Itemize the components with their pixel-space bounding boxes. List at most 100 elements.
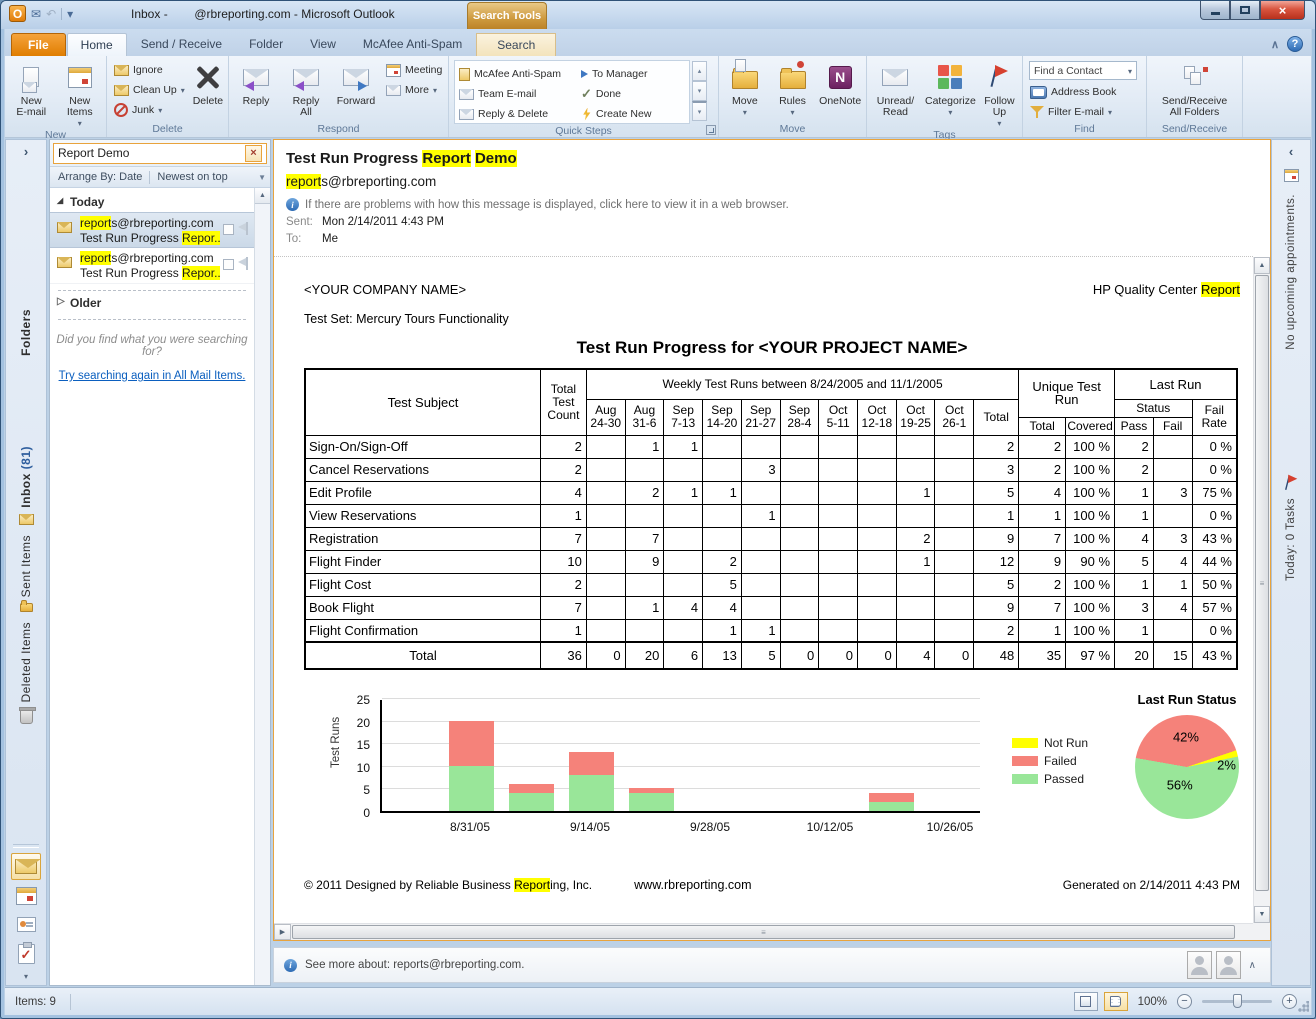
mail-module-button[interactable] (11, 853, 41, 880)
expand-folders-icon[interactable]: › (24, 144, 28, 159)
scroll-up-icon[interactable]: ▲ (1254, 257, 1270, 274)
quick-step-mcafee[interactable]: McAfee Anti-Spam (459, 64, 581, 84)
group-header-older[interactable]: ▷ Older (50, 291, 254, 313)
sort-order-control[interactable]: Newest on top (157, 171, 227, 183)
category-box-icon[interactable] (223, 259, 234, 270)
tab-view[interactable]: View (297, 33, 349, 56)
quick-steps-scroll-down[interactable]: ▾ (692, 81, 707, 101)
quick-steps-dialog-launcher-icon[interactable] (706, 125, 716, 135)
zoom-out-button[interactable]: − (1177, 994, 1192, 1009)
scroll-down-icon[interactable]: ▼ (1254, 906, 1270, 923)
send-receive-all-folders-button[interactable]: Send/Receive All Folders (1152, 58, 1238, 120)
meeting-button[interactable]: Meeting (381, 60, 447, 80)
find-a-contact-input[interactable]: Find a Contact ▾ (1029, 61, 1137, 80)
sort-direction-icon[interactable]: ▼ (258, 173, 266, 182)
clear-search-icon[interactable]: × (245, 145, 262, 162)
unread-read-button[interactable]: Unread/ Read (869, 58, 922, 120)
address-book-button[interactable]: Address Book (1025, 82, 1121, 102)
new-items-button[interactable]: New Items ▾ (56, 58, 105, 128)
qat-undo-icon[interactable]: ↶ (46, 7, 56, 21)
new-email-button[interactable]: New E-mail (7, 58, 56, 120)
sidebar-item-sent-items[interactable]: Sent Items (19, 535, 33, 597)
delete-button[interactable]: Delete (190, 58, 226, 120)
normal-view-button[interactable] (1074, 992, 1098, 1011)
today-tasks-text[interactable]: Today: 0 Tasks (1285, 498, 1297, 581)
sidebar-item-deleted-items[interactable]: Deleted Items (19, 622, 33, 703)
group-header-today[interactable]: ◢ Today (50, 188, 254, 212)
reading-pane-horizontal-scrollbar[interactable]: ◀ ≡ ▶ (274, 923, 1253, 940)
tasks-module-button[interactable] (11, 940, 41, 967)
ignore-button[interactable]: Ignore (109, 60, 190, 80)
tab-home[interactable]: Home (67, 33, 127, 56)
categorize-button[interactable]: Categorize ▾ (922, 58, 979, 120)
avatar[interactable] (1187, 951, 1212, 979)
zoom-level[interactable]: 100% (1138, 996, 1167, 1008)
move-button[interactable]: Move ▾ (721, 58, 769, 120)
reply-all-button[interactable]: Reply All (281, 58, 331, 120)
help-icon[interactable]: ? (1287, 36, 1303, 52)
reply-button[interactable]: Reply (231, 58, 281, 120)
qat-customize-icon[interactable]: ▾ (67, 7, 73, 21)
close-button[interactable]: × (1260, 1, 1305, 20)
junk-button[interactable]: Junk▾ (109, 100, 190, 120)
quick-step-create-new[interactable]: Create New (581, 104, 689, 124)
tab-mcafee-anti-spam[interactable]: McAfee Anti-Spam (350, 33, 475, 56)
deleted-items-icon[interactable] (20, 709, 33, 724)
quick-steps-more-icon[interactable]: ▾ (692, 101, 707, 121)
rules-button[interactable]: Rules ▾ (769, 58, 817, 120)
maximize-button[interactable] (1230, 1, 1260, 20)
sidebar-item-inbox[interactable]: Inbox (81) (19, 446, 33, 508)
sent-items-icon[interactable] (20, 603, 33, 612)
avatar[interactable] (1216, 951, 1241, 979)
collapse-ribbon-icon[interactable]: ∧ (1271, 38, 1279, 51)
calendar-module-button[interactable] (11, 882, 41, 909)
resize-grip[interactable] (1297, 1001, 1309, 1013)
scroll-right-icon[interactable]: ▶ (274, 924, 291, 940)
minimize-button[interactable] (1200, 1, 1230, 20)
quick-steps-scroll-up[interactable]: ▴ (692, 61, 707, 81)
quick-step-team-email[interactable]: Team E-mail (459, 84, 581, 104)
search-all-mail-link[interactable]: Try searching again in All Mail Items. (50, 370, 254, 382)
clean-up-button[interactable]: Clean Up▾ (109, 80, 190, 100)
follow-up-button[interactable]: Follow Up ▾ (979, 58, 1020, 128)
vertical-scrollbar-thumb[interactable]: ≡ (1255, 275, 1269, 891)
follow-up-flag-icon[interactable] (237, 257, 249, 271)
email-list-item[interactable]: reports@rbreporting.com Test Run Progres… (50, 248, 254, 284)
quick-step-done[interactable]: ✓Done (581, 84, 689, 104)
y-tick-label: 0 (363, 807, 370, 819)
collapse-people-pane-icon[interactable]: ∧ (1245, 960, 1260, 971)
contacts-module-button[interactable] (11, 911, 41, 938)
inbox-icon[interactable] (19, 514, 34, 525)
tab-folder[interactable]: Folder (236, 33, 296, 56)
arrange-by-control[interactable]: Arrange By: Date (58, 171, 142, 183)
tab-file[interactable]: File (11, 33, 66, 56)
email-list-item[interactable]: reports@rbreporting.com Test Run Progres… (50, 212, 254, 248)
forward-button[interactable]: Forward (331, 58, 381, 120)
message-list-scrollbar[interactable]: ▲ (254, 188, 270, 985)
reading-pane-vertical-scrollbar[interactable]: ▲ ≡ ▼ (1253, 257, 1270, 923)
quick-step-reply-delete[interactable]: Reply & Delete (459, 104, 581, 124)
search-input[interactable]: Report Demo × (53, 143, 267, 164)
horizontal-scrollbar-thumb[interactable]: ≡ (292, 925, 1235, 939)
zoom-in-button[interactable]: + (1282, 994, 1297, 1009)
message-info-bar[interactable]: i If there are problems with how this me… (286, 198, 1253, 211)
onenote-button[interactable]: N OneNote (816, 58, 864, 120)
follow-up-flag-icon[interactable] (237, 222, 249, 236)
zoom-slider[interactable] (1202, 1000, 1272, 1003)
quick-step-to-manager[interactable]: To Manager (581, 64, 689, 84)
reading-view-button[interactable] (1104, 992, 1128, 1011)
scroll-up-icon[interactable]: ▲ (255, 188, 270, 204)
category-box-icon[interactable] (223, 224, 234, 235)
table-cell (935, 527, 974, 550)
qat-send-receive-icon[interactable]: ✉ (31, 7, 41, 21)
zoom-slider-thumb[interactable] (1233, 994, 1242, 1008)
no-appointments-text[interactable]: No upcoming appointments. (1285, 194, 1297, 350)
tab-search[interactable]: Search (476, 33, 556, 56)
tab-send-receive[interactable]: Send / Receive (128, 33, 235, 56)
outlook-app-icon[interactable]: O (9, 5, 26, 22)
more-modules-icon[interactable]: ▾ (24, 972, 28, 981)
more-button[interactable]: More▾ (381, 80, 447, 100)
filter-email-button[interactable]: Filter E-mail▾ (1025, 102, 1117, 122)
calendar-icon[interactable] (1284, 169, 1299, 182)
expand-todo-bar-icon[interactable]: ‹ (1289, 144, 1293, 159)
